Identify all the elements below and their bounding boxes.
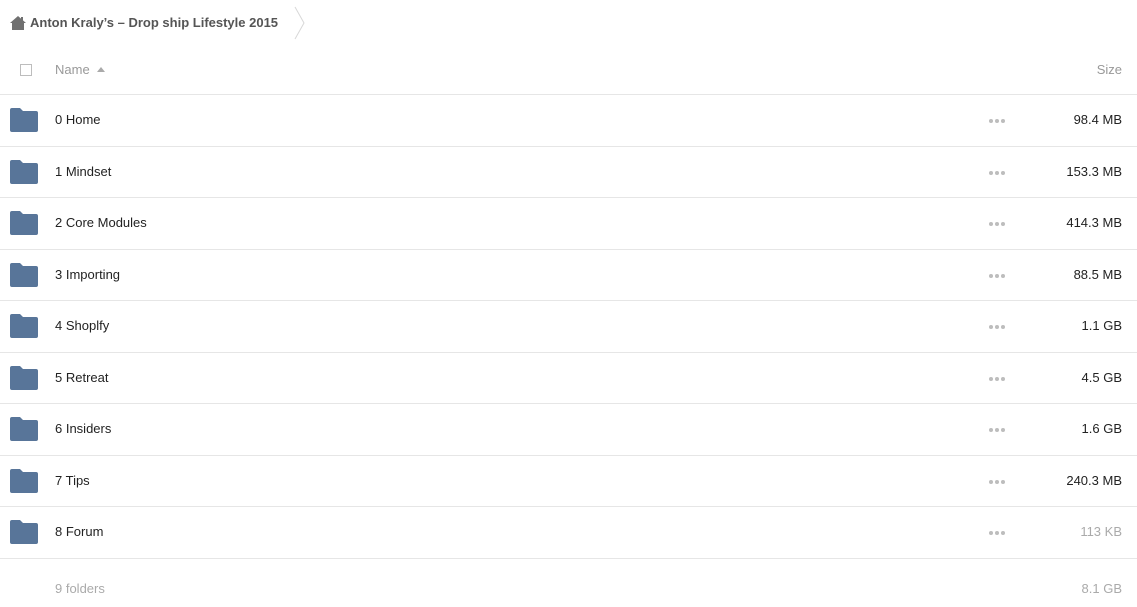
breadcrumb-separator-icon — [294, 6, 305, 39]
breadcrumb: Anton Kraly’s – Drop ship Lifestyle 2015 — [0, 0, 1137, 45]
folder-row[interactable]: 3 Importing 88.5 MB — [0, 250, 1137, 301]
more-options-icon[interactable] — [989, 425, 1005, 435]
more-options-icon[interactable] — [989, 477, 1005, 487]
list-header: Name Size — [0, 45, 1137, 95]
folder-row[interactable]: 5 Retreat 4.5 GB — [0, 353, 1137, 404]
home-icon — [10, 15, 26, 30]
folder-name[interactable]: 5 Retreat — [55, 370, 108, 385]
folder-name[interactable]: 2 Core Modules — [55, 215, 147, 230]
more-options-icon[interactable] — [989, 271, 1005, 281]
select-all-checkbox[interactable] — [20, 64, 32, 76]
folder-icon — [10, 520, 38, 544]
folder-icon — [10, 159, 38, 184]
breadcrumb-title: Anton Kraly’s – Drop ship Lifestyle 2015 — [30, 15, 279, 30]
folder-size: 1.1 GB — [1081, 318, 1122, 333]
folder-row[interactable]: 7 Tips 240.3 MB — [0, 456, 1137, 507]
folder-name[interactable]: 7 Tips — [55, 473, 90, 488]
folder-count: 9 folders — [55, 581, 105, 596]
folder-icon — [10, 108, 38, 132]
folder-name[interactable]: 8 Forum — [55, 524, 103, 539]
folder-icon — [10, 468, 38, 493]
more-options-icon[interactable] — [989, 374, 1005, 384]
more-options-icon[interactable] — [989, 168, 1005, 178]
folder-icon — [10, 314, 38, 338]
folder-icon — [10, 211, 38, 235]
breadcrumb-current-folder[interactable]: Anton Kraly’s – Drop ship Lifestyle 2015 — [0, 0, 292, 45]
folder-name[interactable]: 3 Importing — [55, 267, 120, 282]
folder-icon — [10, 417, 38, 441]
more-options-icon[interactable] — [989, 528, 1005, 538]
folder-name[interactable]: 4 Shoplfy — [55, 318, 109, 333]
name-column-header[interactable]: Name — [55, 62, 105, 77]
folder-name[interactable]: 6 Insiders — [55, 421, 111, 436]
folder-row[interactable]: 6 Insiders 1.6 GB — [0, 404, 1137, 456]
folder-size: 240.3 MB — [1066, 472, 1122, 488]
folder-size: 4.5 GB — [1081, 369, 1122, 385]
folder-size: 153.3 MB — [1066, 163, 1122, 179]
folder-icon — [10, 365, 38, 390]
folder-size: 88.5 MB — [1073, 266, 1122, 282]
more-options-icon[interactable] — [989, 116, 1005, 126]
folder-row[interactable]: 8 Forum 113 KB — [0, 507, 1137, 559]
size-column-header[interactable]: Size — [1097, 62, 1122, 77]
folder-list: 0 Home 98.4 MB 1 Mindset 153.3 MB 2 Core Mod… — [0, 95, 1137, 559]
folder-size: 98.4 MB — [1073, 112, 1122, 127]
file-browser: Anton Kraly’s – Drop ship Lifestyle 2015… — [0, 0, 1137, 607]
name-column-label: Name — [55, 62, 90, 77]
folder-name[interactable]: 0 Home — [55, 112, 101, 127]
folder-row[interactable]: 4 Shoplfy 1.1 GB — [0, 301, 1137, 353]
folder-size: 113 KB — [1080, 524, 1122, 539]
folder-row[interactable]: 0 Home 98.4 MB — [0, 95, 1137, 147]
folder-row[interactable]: 1 Mindset 153.3 MB — [0, 147, 1137, 198]
folder-row[interactable]: 2 Core Modules 414.3 MB — [0, 198, 1137, 250]
folder-name[interactable]: 1 Mindset — [55, 164, 111, 179]
list-footer: 9 folders 8.1 GB — [0, 576, 1137, 600]
folder-size: 414.3 MB — [1066, 215, 1122, 230]
more-options-icon[interactable] — [989, 322, 1005, 332]
folder-size: 1.6 GB — [1081, 421, 1122, 436]
folder-icon — [10, 262, 38, 287]
more-options-icon[interactable] — [989, 219, 1005, 229]
total-size: 8.1 GB — [1081, 581, 1122, 596]
sort-ascending-icon — [96, 67, 105, 72]
